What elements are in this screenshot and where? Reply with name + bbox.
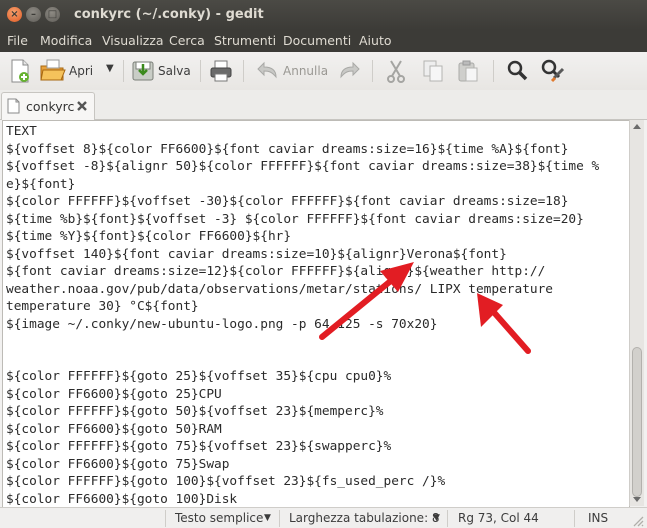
menu-cerca[interactable]: Cerca (169, 33, 205, 48)
code-line[interactable]: ${time %Y}${font}${color FF6600}${hr} (6, 228, 599, 246)
code-line[interactable]: ${color FFFFFF}${voffset -30}${color FFF… (6, 193, 599, 211)
cursor-position: Rg 73, Col 44 (458, 511, 539, 525)
open-folder-icon (40, 59, 66, 81)
code-line[interactable]: ${time %b}${font}${voffset -3} ${color F… (6, 211, 599, 229)
scissors-icon (387, 60, 405, 83)
code-line[interactable]: e}${font} (6, 176, 599, 194)
code-line[interactable]: ${voffset 140}${font caviar dreams:size=… (6, 246, 599, 264)
scrollbar-thumb[interactable] (632, 347, 642, 497)
scroll-down-icon[interactable] (633, 497, 641, 503)
document-tab-strip: conkyrc (0, 90, 647, 120)
code-line[interactable]: ${color FFFFFF}${goto 50}${voffset 23}${… (6, 403, 599, 421)
toolbar: Apri ▼ Salva Annulla (0, 52, 647, 91)
tab-width-selector[interactable]: Larghezza tabulazione: 8 (289, 511, 440, 525)
undo-label[interactable]: Annulla (283, 64, 328, 78)
menu-visualizza[interactable]: Visualizza (102, 33, 164, 48)
code-line[interactable]: ${color FFFFFF}${goto 75}${voffset 23}${… (6, 438, 599, 456)
code-line[interactable]: ${image ~/.conky/new-ubuntu-logo.png -p … (6, 316, 599, 334)
code-line[interactable]: ${color FF6600}${goto 100}Disk (6, 491, 599, 508)
insert-mode: INS (588, 511, 609, 525)
redo-icon (340, 61, 360, 79)
toolbar-separator (493, 60, 494, 82)
menu-bar: File Modifica Visualizza Cerca Strumenti… (0, 30, 647, 52)
new-document-icon (11, 59, 29, 83)
code-line[interactable]: weather.noaa.gov/pub/data/observations/m… (6, 281, 599, 299)
copy-button[interactable] (421, 58, 445, 84)
window-title: conkyrc (~/.conky) - gedit (74, 7, 264, 22)
title-bar: × – □ conkyrc (~/.conky) - gedit (0, 0, 647, 30)
save-label[interactable]: Salva (158, 64, 191, 78)
undo-icon (257, 61, 277, 79)
minimize-window-button[interactable]: – (26, 7, 41, 22)
menu-modifica[interactable]: Modifica (40, 33, 92, 48)
printer-icon (210, 60, 232, 82)
maximize-window-button[interactable]: □ (45, 7, 60, 22)
find-button[interactable] (505, 58, 529, 84)
tab-width-dropdown-icon[interactable]: ▼ (433, 513, 440, 523)
vertical-scrollbar[interactable] (629, 120, 644, 506)
text-editor[interactable]: TEXT ${voffset 8}${color FF6600}${font ca… (2, 120, 630, 508)
language-selector[interactable]: Testo semplice (175, 511, 263, 525)
save-icon (132, 61, 154, 81)
menu-strumenti[interactable]: Strumenti (214, 33, 276, 48)
undo-button[interactable] (256, 58, 280, 84)
code-line[interactable]: ${color FF6600}${goto 75}Swap (6, 456, 599, 474)
open-label[interactable]: Apri (69, 64, 93, 78)
close-tab-icon[interactable] (76, 100, 88, 112)
tab-label: conkyrc (26, 99, 75, 114)
clipboard-icon (458, 60, 478, 82)
status-separator (574, 510, 575, 527)
language-dropdown-icon[interactable]: ▼ (264, 513, 271, 523)
menu-documenti[interactable]: Documenti (283, 33, 351, 48)
close-window-button[interactable]: × (7, 7, 22, 22)
code-line[interactable]: ${color FF6600}${goto 50}RAM (6, 421, 599, 439)
gedit-window: × – □ conkyrc (~/.conky) - gedit File Mo… (0, 0, 647, 528)
search-icon (507, 60, 528, 81)
code-text[interactable]: TEXT ${voffset 8}${color FF6600}${font ca… (6, 123, 599, 508)
cut-button[interactable] (384, 58, 408, 84)
toolbar-separator (372, 60, 373, 82)
save-button[interactable] (130, 58, 156, 84)
replace-button[interactable] (540, 58, 566, 84)
tab-conkyrc[interactable]: conkyrc (1, 92, 95, 120)
code-line[interactable]: ${color FF6600}${goto 25}CPU (6, 386, 599, 404)
open-recent-dropdown-icon[interactable]: ▼ (106, 63, 114, 74)
code-line[interactable]: ${color FFFFFF}${goto 25}${voffset 35}${… (6, 368, 599, 386)
status-bar: Testo semplice ▼ Larghezza tabulazione: … (0, 507, 647, 528)
toolbar-separator (123, 60, 124, 82)
redo-button[interactable] (337, 58, 361, 84)
code-line[interactable]: temperature 30} °C${font} (6, 298, 599, 316)
code-line[interactable]: ${voffset 8}${color FF6600}${font caviar… (6, 141, 599, 159)
print-button[interactable] (208, 58, 234, 84)
toolbar-separator (243, 60, 244, 82)
status-separator (165, 510, 166, 527)
code-line[interactable]: ${voffset -8}${alignr 50}${color FFFFFF}… (6, 158, 599, 176)
code-line[interactable]: TEXT (6, 123, 599, 141)
menu-aiuto[interactable]: Aiuto (359, 33, 392, 48)
menu-file[interactable]: File (7, 33, 28, 48)
status-separator (447, 510, 448, 527)
text-file-icon (7, 98, 20, 114)
status-separator (279, 510, 280, 527)
code-line[interactable] (6, 351, 599, 369)
code-line[interactable] (6, 333, 599, 351)
toolbar-separator (200, 60, 201, 82)
resize-grip-icon[interactable] (632, 515, 644, 527)
code-line[interactable]: ${color FFFFFF}${goto 100}${voffset 23}$… (6, 473, 599, 491)
find-replace-icon (541, 59, 565, 83)
paste-button[interactable] (456, 58, 480, 84)
new-document-button[interactable] (8, 58, 32, 84)
code-line[interactable]: ${font caviar dreams:size=12}${color FFF… (6, 263, 599, 281)
open-button[interactable] (39, 58, 67, 84)
scroll-up-icon[interactable] (633, 123, 641, 129)
copy-icon (423, 60, 443, 82)
